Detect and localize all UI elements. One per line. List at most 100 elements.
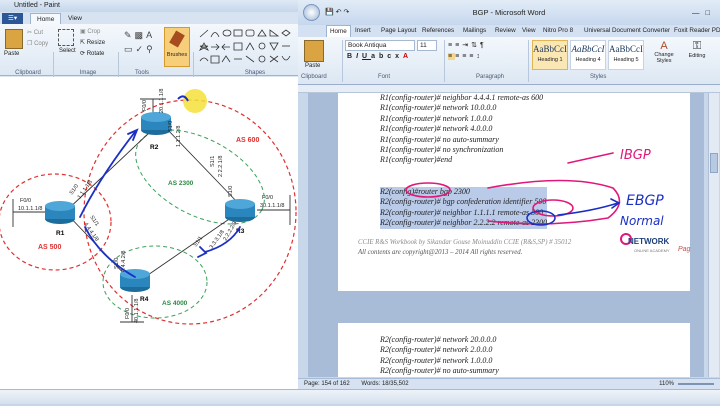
crop-label: Crop	[87, 29, 101, 35]
status-page[interactable]: Page: 154 of 162	[304, 381, 350, 387]
r2-s11-label: S1/1	[210, 156, 216, 167]
document-area[interactable]: R1(config-router)# neighbor 4.4.4.1 remo…	[308, 93, 704, 377]
annotation-circle-500	[526, 210, 556, 226]
style-heading-4[interactable]: AaBbCcI Heading 4	[570, 40, 606, 70]
font-color-button[interactable]: A	[403, 53, 412, 60]
cursor-highlight	[183, 89, 207, 113]
tools-row-1: ✎▩A	[124, 30, 155, 41]
as4000-label: AS 4000	[162, 300, 188, 307]
cut-button[interactable]: ✂ Cut	[27, 29, 43, 36]
style-sample: AaBbCcI	[533, 44, 567, 54]
r1-f00-label: F0/0	[20, 198, 31, 204]
word-tab-references[interactable]: References	[422, 25, 454, 37]
resize-button[interactable]: ⇱ Resize	[80, 39, 105, 46]
crop-button[interactable]: ▣ Crop	[80, 28, 100, 35]
horizontal-ruler[interactable]	[298, 85, 720, 93]
r3-f00-label: F0/0	[262, 195, 273, 201]
select-icon[interactable]	[58, 29, 74, 46]
scrollbar-thumb[interactable]	[710, 153, 718, 173]
paragraph-buttons: ≡≡⇥⇅¶	[448, 41, 487, 49]
font-size-box[interactable]: 11	[417, 40, 437, 51]
rotate-button[interactable]: ⟳ Rotate	[80, 50, 104, 57]
picker-icon[interactable]: ✓	[136, 44, 147, 54]
zoom-slider[interactable]	[678, 383, 714, 385]
as2300-label: AS 2300	[168, 180, 194, 187]
style-name: Heading 1	[537, 57, 563, 63]
style-heading-1[interactable]: AaBbCcI Heading 1	[532, 40, 568, 70]
scissors-icon: ✂	[27, 30, 33, 36]
code-line: R2(config-router)# network 20.0.0.0	[380, 335, 497, 344]
copy-button[interactable]: ❐ Copy	[27, 40, 48, 47]
router-r3-icon[interactable]	[225, 199, 255, 222]
word-tab-udc[interactable]: Universal Document Converter	[584, 25, 670, 37]
editing-button[interactable]: ⚿ Editing	[682, 40, 712, 59]
fill-icon[interactable]: ▩	[135, 30, 147, 40]
change-styles-button[interactable]: A Change Styles	[650, 40, 678, 64]
bold-button[interactable]: B	[347, 53, 356, 60]
word-tab-mailings[interactable]: Mailings	[463, 25, 486, 37]
line-spacing-icon[interactable]: ↕	[476, 53, 483, 60]
font-name-box[interactable]: Book Antiqua	[345, 40, 415, 51]
subscript-button[interactable]: x	[395, 53, 403, 60]
word-tab-insert[interactable]: Insert	[355, 25, 371, 37]
eraser-icon[interactable]: ▭	[124, 44, 136, 54]
word-paste-icon[interactable]	[304, 40, 324, 62]
paint-tab-view[interactable]: View	[62, 13, 88, 24]
paint-canvas[interactable]: R2 R1 R3 R4 AS 600 AS 2300 AS 500 AS 400…	[0, 77, 298, 404]
strikethrough-button[interactable]: abc	[371, 53, 395, 60]
redo-icon[interactable]: ↷	[344, 9, 350, 16]
annotation-circle-bgp	[405, 182, 451, 198]
rotate-icon: ⟳	[80, 51, 86, 57]
word-office-button[interactable]	[303, 4, 320, 21]
select-label[interactable]: Select	[59, 48, 76, 54]
style-heading-5[interactable]: AaBbCcI Heading 5	[608, 40, 644, 70]
word-paste-label[interactable]: Paste	[305, 63, 320, 69]
paint-file-menu-button[interactable]: ☰▾	[2, 13, 24, 24]
crop-icon: ▣	[80, 29, 86, 35]
zoom-level[interactable]: 110%	[659, 379, 674, 389]
word-tab-page-layout[interactable]: Page Layout	[381, 25, 416, 37]
pencil-icon[interactable]: ✎	[124, 30, 135, 40]
word-tab-review[interactable]: Review	[495, 25, 516, 37]
router-r2-icon[interactable]	[141, 112, 171, 135]
word-tab-nitro[interactable]: Nitro Pro 8	[543, 25, 573, 37]
router-r2-label: R2	[150, 144, 159, 151]
sort-icon[interactable]: ⇅	[471, 42, 480, 49]
minimize-icon[interactable]: —	[692, 8, 706, 17]
r4-f00-label: F0/0	[125, 308, 131, 319]
brushes-button[interactable]: Brushes	[164, 27, 190, 67]
r2-f00-label: F0/0	[142, 100, 148, 111]
as600-boundary	[83, 99, 297, 325]
text-icon[interactable]: A	[146, 30, 155, 40]
annotation-arrow-ebgp	[557, 202, 619, 216]
paint-image-group-label: Image	[79, 70, 97, 76]
router-r1-icon[interactable]	[45, 201, 75, 224]
document-page-next: R2(config-router)# network 20.0.0.0 R2(c…	[338, 323, 690, 377]
word-styles-group-label: Styles	[590, 74, 607, 80]
paint-tab-home[interactable]: Home	[30, 13, 62, 24]
annotation-normal: Normal	[620, 214, 664, 228]
vertical-scrollbar[interactable]	[708, 93, 719, 377]
network-diagram: R2 R1 R3 R4 AS 600 AS 2300 AS 500 AS 400…	[0, 89, 297, 325]
undo-icon[interactable]: ↶	[336, 9, 342, 16]
code-line: R2(config-router)# network 2.0.0.0	[380, 345, 493, 355]
copy-icon: ❐	[27, 41, 33, 47]
maximize-icon[interactable]: □	[705, 8, 716, 17]
word-tab-home[interactable]: Home	[326, 25, 351, 37]
word-tab-view[interactable]: View	[522, 25, 536, 37]
underline-button[interactable]: U	[362, 53, 371, 60]
copy-label: Copy	[34, 41, 49, 47]
quick-access-toolbar: 💾 ↶ ↷	[325, 0, 349, 25]
r4-net-label: 40.1.1.1/8	[134, 299, 140, 323]
word-tab-foxit[interactable]: Foxit Reader PDF	[674, 25, 720, 37]
status-words[interactable]: Words: 18/35,502	[361, 381, 408, 387]
code-block-r2-network: R2(config-router)# network 20.0.0.0 R2(c…	[380, 335, 499, 377]
paint-ribbon: Paste ✂ Cut ❐ Copy Clipboard Select ▣ Cr…	[0, 24, 298, 96]
shapes-gallery[interactable]	[197, 28, 293, 68]
paint-paste-label[interactable]: Paste	[4, 51, 19, 57]
pilcrow-icon[interactable]: ¶	[480, 42, 487, 49]
magnifier-icon[interactable]: ⚲	[146, 44, 156, 54]
indent-icon[interactable]: ⇥	[462, 42, 471, 49]
paste-icon[interactable]	[5, 29, 23, 49]
save-icon[interactable]: 💾	[325, 9, 334, 16]
